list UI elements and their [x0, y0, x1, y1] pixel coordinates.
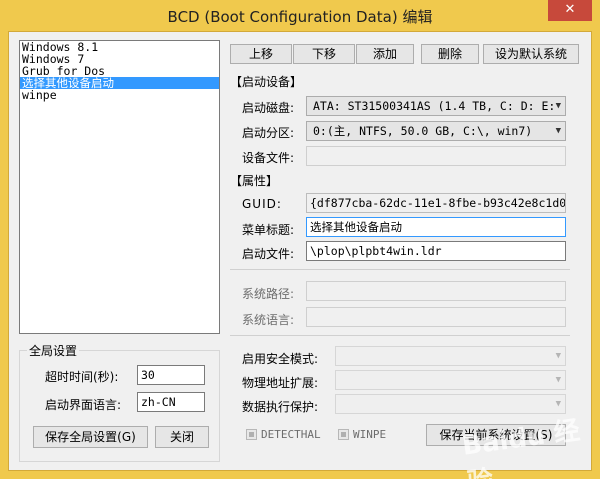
global-settings-title: 全局设置 — [27, 342, 80, 359]
pae-label: 物理地址扩展: — [242, 376, 319, 390]
window-title: BCD (Boot Configuration Data) 编辑 — [167, 8, 433, 26]
bcd-window: BCD (Boot Configuration Data) 编辑 ✕ Windo… — [0, 0, 600, 479]
chevron-down-icon: ▼ — [555, 375, 561, 385]
chevron-down-icon: ▼ — [555, 126, 561, 136]
pae-select[interactable]: ▼ — [335, 370, 566, 390]
close-button[interactable]: 关闭 — [155, 426, 209, 448]
close-window-button[interactable]: ✕ — [548, 0, 592, 21]
move-down-button[interactable]: 下移 — [293, 44, 355, 64]
safe-mode-label: 启用安全模式: — [242, 352, 319, 366]
device-file-input[interactable] — [306, 146, 566, 166]
chevron-down-icon: ▼ — [555, 399, 561, 409]
system-lang-label: 系统语言: — [242, 313, 295, 327]
menu-title-label: 菜单标题: — [242, 223, 295, 237]
safe-mode-select[interactable]: ▼ — [335, 346, 566, 366]
system-path-label: 系统路径: — [242, 287, 295, 301]
chevron-down-icon: ▼ — [555, 101, 561, 111]
checkbox-mark — [249, 432, 254, 437]
list-item[interactable]: winpe — [20, 89, 219, 101]
checkbox-mark — [341, 432, 346, 437]
baidu-watermark: Baidu 经验 — [460, 415, 582, 479]
guid-field: {df877cba-62dc-11e1-8fbe-b93c42e8c1d0} — [306, 193, 566, 213]
timeout-input[interactable]: 30 — [137, 365, 205, 385]
language-label: 启动界面语言: — [45, 398, 122, 412]
device-file-label: 设备文件: — [242, 151, 295, 165]
boot-file-input[interactable]: \plop\plpbt4win.ldr — [306, 241, 566, 261]
divider — [230, 269, 570, 270]
winpe-checkbox[interactable] — [338, 429, 349, 440]
delete-button[interactable]: 删除 — [421, 44, 479, 64]
detecthal-label: DETECTHAL — [261, 428, 321, 441]
divider — [230, 335, 570, 336]
system-lang-input[interactable] — [306, 307, 566, 327]
guid-label: GUID: — [242, 197, 282, 211]
boot-disk-value: ATA: ST31500341AS (1.4 TB, C: D: E: — [313, 99, 556, 113]
title-bar[interactable]: BCD (Boot Configuration Data) 编辑 ✕ — [0, 0, 600, 30]
menu-title-input[interactable]: 选择其他设备启动 — [306, 217, 566, 237]
timeout-label: 超时时间(秒): — [45, 370, 119, 384]
boot-partition-select[interactable]: 0:(主, NTFS, 50.0 GB, C:\, win7) ▼ — [306, 121, 566, 141]
properties-section-title: 【属性】 — [230, 174, 279, 188]
dep-label: 数据执行保护: — [242, 400, 319, 414]
system-path-input[interactable] — [306, 281, 566, 301]
save-global-button[interactable]: 保存全局设置(G) — [33, 426, 148, 448]
boot-partition-value: 0:(主, NTFS, 50.0 GB, C:\, win7) — [313, 124, 533, 138]
detecthal-checkbox[interactable] — [246, 429, 257, 440]
boot-file-label: 启动文件: — [242, 247, 295, 261]
boot-disk-label: 启动磁盘: — [242, 101, 295, 115]
set-default-button[interactable]: 设为默认系统 — [483, 44, 579, 64]
boot-partition-label: 启动分区: — [242, 126, 295, 140]
language-input[interactable]: zh-CN — [137, 392, 205, 412]
chevron-down-icon: ▼ — [555, 351, 561, 361]
boot-device-section-title: 【启动设备】 — [230, 75, 303, 89]
winpe-label: WINPE — [353, 428, 387, 441]
boot-disk-select[interactable]: ATA: ST31500341AS (1.4 TB, C: D: E: ▼ — [306, 96, 566, 116]
move-up-button[interactable]: 上移 — [230, 44, 292, 64]
add-button[interactable]: 添加 — [356, 44, 414, 64]
dep-select[interactable]: ▼ — [335, 394, 566, 414]
boot-entry-list[interactable]: Windows 8.1 Windows 7 Grub for Dos 选择其他设… — [19, 40, 220, 334]
client-area: Windows 8.1 Windows 7 Grub for Dos 选择其他设… — [8, 31, 592, 479]
